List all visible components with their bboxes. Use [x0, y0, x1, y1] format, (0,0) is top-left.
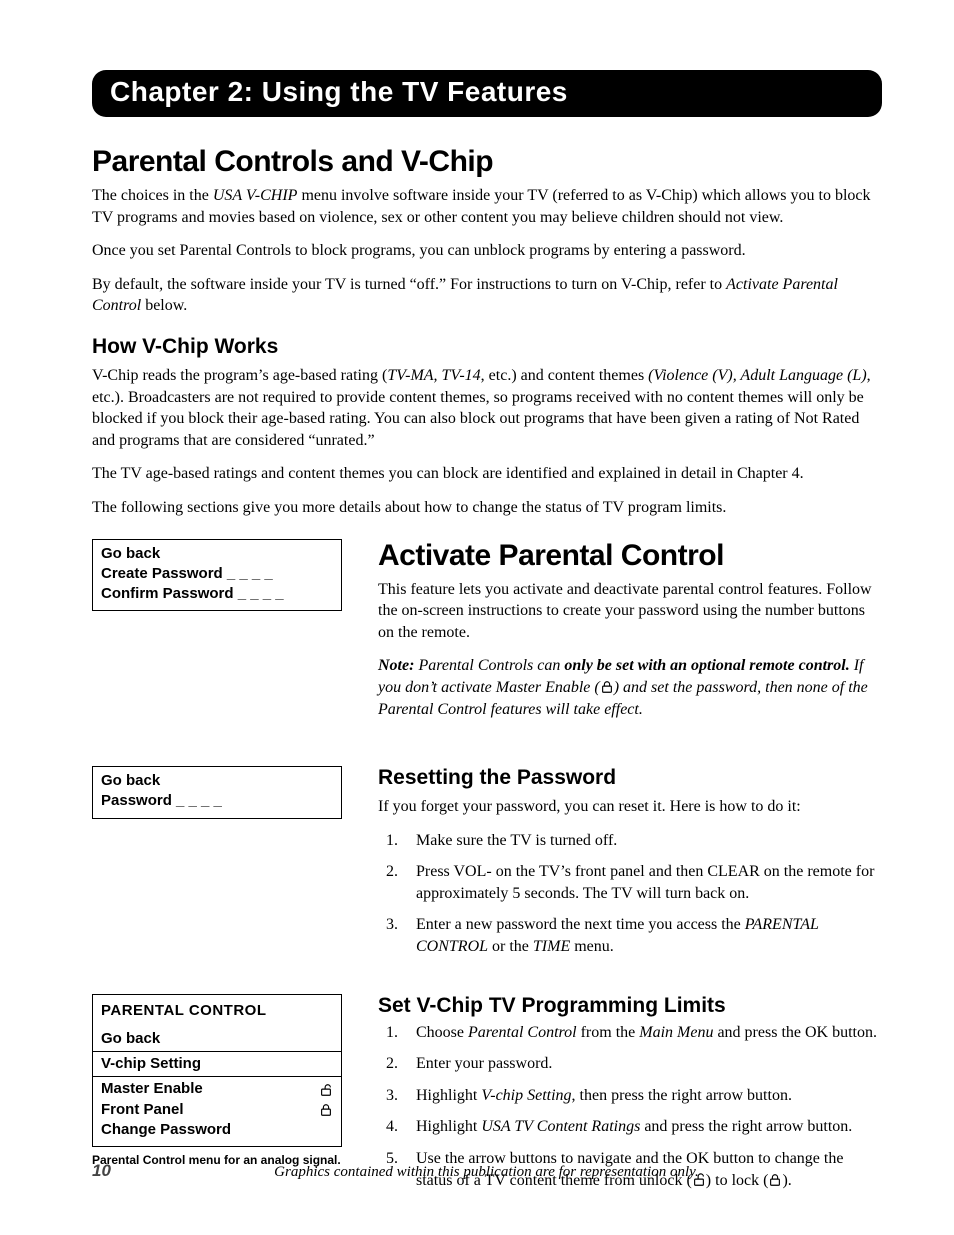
menu-divider: [93, 1076, 341, 1077]
menu-box-password: Go back Password _ _ _ _: [92, 766, 342, 819]
text-italic: USA V-CHIP: [213, 187, 298, 204]
how-paragraph-1: V-Chip reads the program’s age-based rat…: [92, 365, 882, 451]
text-italic: TIME: [533, 938, 570, 955]
heading-how-vchip-works: How V-Chip Works: [92, 335, 882, 359]
text: menu.: [570, 938, 614, 955]
menu-box-parental-control: PARENTAL CONTROL Go back V-chip Setting …: [92, 994, 342, 1148]
text-italic: Parental Control: [468, 1024, 577, 1041]
heading-resetting-password: Resetting the Password: [378, 766, 882, 790]
text-italic: (Violence (V), Adult Language (L): [648, 367, 866, 384]
page-number: 10: [92, 1161, 111, 1181]
menu-item: Confirm Password _ _ _ _: [101, 584, 333, 604]
text: Enter a new password the next time you a…: [416, 916, 745, 933]
menu-item: Go back: [101, 771, 333, 791]
text: below.: [141, 297, 187, 314]
note-label: Note:: [378, 657, 414, 674]
text-italic: V-chip Setting: [481, 1087, 571, 1104]
text: Highlight: [416, 1118, 481, 1135]
heading-parental-controls: Parental Controls and V-Chip: [92, 145, 882, 179]
heading-activate-parental-control: Activate Parental Control: [378, 539, 882, 573]
intro-paragraph-3: By default, the software inside your TV …: [92, 274, 882, 317]
list-item: Highlight V-chip Setting, then press the…: [402, 1085, 882, 1107]
list-item: Enter a new password the next time you a…: [402, 914, 882, 957]
text: The choices in the: [92, 187, 213, 204]
lock-closed-icon: [319, 1103, 333, 1117]
text: and press the right arrow button.: [640, 1118, 852, 1135]
list-item: Highlight USA TV Content Ratings and pre…: [402, 1116, 882, 1138]
list-item: Choose Parental Control from the Main Me…: [402, 1022, 882, 1044]
intro-paragraph-2: Once you set Parental Controls to block …: [92, 240, 882, 262]
reset-intro: If you forget your password, you can res…: [378, 796, 882, 818]
text: , etc.) and content themes: [481, 367, 649, 384]
activate-note: Note: Parental Controls can only be set …: [378, 655, 882, 720]
activate-paragraph: This feature lets you activate and deact…: [378, 579, 882, 644]
lock-open-icon: [319, 1083, 333, 1097]
text: Choose: [416, 1024, 468, 1041]
menu-item: V-chip Setting: [101, 1054, 333, 1074]
menu-item: Change Password: [101, 1120, 333, 1140]
text-italic: USA TV Content Ratings: [481, 1118, 640, 1135]
text: from the: [577, 1024, 640, 1041]
menu-divider: [93, 1051, 341, 1052]
note-bold: only be set with an optional remote cont…: [564, 657, 849, 674]
menu-item: Go back: [101, 544, 333, 564]
list-item: Enter your password.: [402, 1053, 882, 1075]
chapter-heading-bar: Chapter 2: Using the TV Features: [92, 70, 882, 117]
menu-item: Go back: [101, 1029, 333, 1049]
intro-paragraph-1: The choices in the USA V-CHIP menu invol…: [92, 185, 882, 228]
text-italic: TV-MA, TV-14: [387, 367, 480, 384]
how-paragraph-2: The TV age-based ratings and content the…: [92, 463, 882, 485]
reset-steps-list: Make sure the TV is turned off. Press VO…: [378, 830, 882, 958]
how-paragraph-3: The following sections give you more det…: [92, 497, 882, 519]
list-item: Press VOL- on the TV’s front panel and t…: [402, 861, 882, 904]
text: V-Chip reads the program’s age-based rat…: [92, 367, 387, 384]
menu-box-create-password: Go back Create Password _ _ _ _ Confirm …: [92, 539, 342, 612]
lock-closed-icon: [600, 680, 614, 694]
heading-set-vchip-limits: Set V-Chip TV Programming Limits: [378, 994, 882, 1018]
text: By default, the software inside your TV …: [92, 276, 726, 293]
text: and press the OK button.: [713, 1024, 877, 1041]
note-text: Parental Controls can: [414, 657, 564, 674]
text-italic: Main Menu: [639, 1024, 713, 1041]
menu-item: Master Enable: [101, 1079, 203, 1099]
text: Highlight: [416, 1087, 481, 1104]
list-item: Make sure the TV is turned off.: [402, 830, 882, 852]
menu-item: Password _ _ _ _: [101, 791, 333, 811]
text: or the: [488, 938, 533, 955]
text: , then press the right arrow button.: [572, 1087, 792, 1104]
footer-disclaimer: Graphics contained within this publicati…: [151, 1164, 882, 1181]
menu-item: Create Password _ _ _ _: [101, 564, 333, 584]
page-footer: 10 Graphics contained within this public…: [0, 1161, 954, 1181]
menu-item: Front Panel: [101, 1100, 184, 1120]
menu-title: PARENTAL CONTROL: [101, 1001, 333, 1021]
